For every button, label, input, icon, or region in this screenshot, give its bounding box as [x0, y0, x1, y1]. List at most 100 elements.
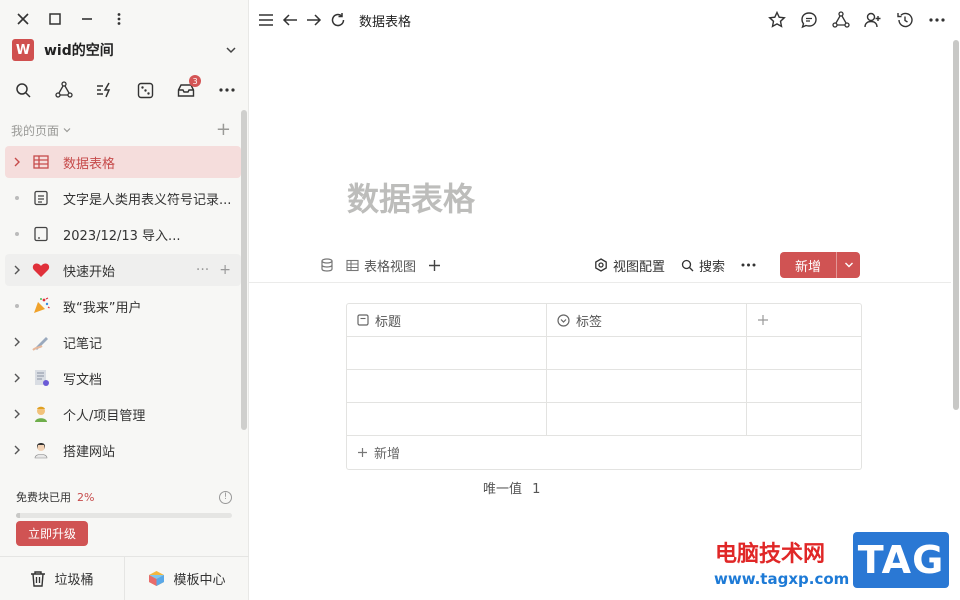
column-header-title[interactable]: 标题	[347, 304, 547, 336]
chevron-right-icon[interactable]	[11, 409, 23, 419]
sidebar-toolbar: 3	[12, 75, 238, 101]
chevron-down-icon[interactable]	[836, 252, 860, 278]
add-column-icon[interactable]	[747, 304, 861, 336]
database-icon[interactable]	[320, 258, 334, 272]
table-cell[interactable]	[547, 370, 747, 402]
chevron-right-icon[interactable]	[11, 265, 23, 275]
sidebar-item-text-doc[interactable]: 文字是人类用表义符号记录...	[5, 182, 241, 214]
bullet-icon	[11, 196, 23, 200]
inbox-icon[interactable]: 3	[175, 75, 202, 101]
close-window-icon[interactable]	[13, 9, 33, 29]
table-cell[interactable]	[347, 370, 547, 402]
section-my-pages[interactable]: 我的页面 +	[11, 121, 231, 139]
chevron-right-icon[interactable]	[11, 337, 23, 347]
new-record-button[interactable]: 新增	[780, 252, 860, 278]
table-header-row: 标题 标签	[347, 304, 861, 337]
graph-icon[interactable]	[53, 79, 75, 101]
add-view-icon[interactable]	[428, 259, 441, 272]
table-cell[interactable]	[347, 403, 547, 435]
table-cell	[747, 370, 861, 402]
back-arrow-icon[interactable]	[281, 11, 299, 29]
sidebar-item-write-doc[interactable]: 写文档	[5, 362, 241, 394]
sidebar-item-import[interactable]: 2023/12/13 导入...	[5, 218, 241, 250]
settings-icon	[595, 258, 607, 272]
add-page-icon[interactable]: +	[216, 121, 231, 139]
search-button[interactable]: 搜索	[681, 256, 725, 275]
bullet-icon	[11, 304, 23, 308]
sidebar-item-quick-start[interactable]: 快速开始 ··· +	[5, 254, 241, 286]
search-icon[interactable]	[12, 79, 34, 101]
dice-icon[interactable]	[134, 79, 156, 101]
sidebar-item-label: 记笔记	[63, 336, 103, 352]
table-cell	[747, 337, 861, 369]
graph-icon[interactable]	[832, 11, 850, 29]
plus-icon	[358, 448, 367, 457]
sidebar-scrollbar[interactable]	[241, 110, 247, 430]
sidebar-item-label: 搭建网站	[63, 444, 116, 460]
table-cell[interactable]	[547, 403, 747, 435]
search-icon	[681, 259, 694, 271]
chevron-right-icon[interactable]	[11, 373, 23, 383]
trash-icon	[31, 571, 46, 587]
more-icon[interactable]	[928, 11, 946, 29]
usage-bar-fill	[16, 513, 21, 518]
search-label: 搜索	[698, 259, 725, 275]
watermark-logo: TAG	[853, 532, 949, 588]
inbox-badge: 3	[189, 75, 202, 87]
new-record-label: 新增	[794, 259, 821, 275]
heart-icon	[31, 260, 51, 280]
table-row[interactable]	[347, 370, 861, 403]
column-label: 标题	[375, 314, 402, 330]
person-icon	[31, 404, 51, 424]
maximize-window-icon[interactable]	[45, 9, 65, 29]
table-cell[interactable]	[547, 337, 747, 369]
table-row[interactable]	[347, 403, 861, 436]
column-header-tag[interactable]: 标签	[547, 304, 747, 336]
usage-bar	[16, 513, 232, 518]
chevron-right-icon[interactable]	[11, 157, 23, 167]
trash-label: 垃圾桶	[54, 573, 94, 588]
more-icon[interactable]	[741, 263, 756, 267]
add-member-icon[interactable]	[864, 11, 882, 29]
template-center-button[interactable]: 模板中心	[124, 557, 249, 600]
table-row[interactable]	[347, 337, 861, 370]
breadcrumb-title[interactable]: 数据表格	[359, 11, 411, 30]
history-icon[interactable]	[896, 11, 914, 29]
add-row-button[interactable]: 新增	[347, 436, 861, 469]
menu-icon[interactable]	[257, 11, 275, 29]
more-icon[interactable]	[216, 79, 238, 101]
page-title[interactable]: 数据表格	[347, 174, 475, 220]
minimize-window-icon[interactable]	[77, 9, 97, 29]
chevron-right-icon[interactable]	[11, 445, 23, 455]
select-field-icon	[557, 313, 570, 327]
table-cell[interactable]	[347, 337, 547, 369]
comment-icon[interactable]	[800, 11, 818, 29]
workspace-switcher[interactable]: W wid的空间	[12, 38, 238, 62]
refresh-icon[interactable]	[329, 11, 347, 29]
view-config-button[interactable]: 视图配置	[594, 256, 665, 275]
trash-button[interactable]: 垃圾桶	[0, 557, 124, 600]
text-field-icon	[357, 314, 369, 326]
view-toolbar: 表格视图 视图配置 搜索 新增	[320, 252, 860, 278]
flash-icon[interactable]	[94, 79, 116, 101]
workspace-avatar: W	[12, 39, 34, 61]
kebab-menu-icon[interactable]	[109, 9, 129, 29]
star-icon[interactable]	[768, 11, 786, 29]
forward-arrow-icon[interactable]	[305, 11, 323, 29]
add-subpage-icon[interactable]: +	[219, 262, 231, 278]
sidebar-item-data-table[interactable]: 数据表格	[5, 146, 241, 178]
more-icon[interactable]: ···	[196, 262, 209, 278]
watermark-text: 电脑技术网	[715, 542, 826, 567]
tab-table-view[interactable]: 表格视图	[346, 256, 416, 275]
sidebar-item-project-mgmt[interactable]: 个人/项目管理	[5, 398, 241, 430]
main-scrollbar[interactable]	[952, 40, 960, 410]
party-icon	[31, 296, 51, 316]
doc-icon	[31, 188, 51, 208]
table-icon	[346, 259, 359, 271]
sidebar-item-notes[interactable]: 记笔记	[5, 326, 241, 358]
upgrade-button[interactable]: 立即升级	[16, 521, 88, 546]
info-icon[interactable]: !	[219, 490, 232, 504]
sidebar-item-welcome[interactable]: 致“我来”用户	[5, 290, 241, 322]
unique-count[interactable]: 唯一值 1	[483, 478, 540, 497]
sidebar-item-build-site[interactable]: 搭建网站	[5, 434, 241, 466]
